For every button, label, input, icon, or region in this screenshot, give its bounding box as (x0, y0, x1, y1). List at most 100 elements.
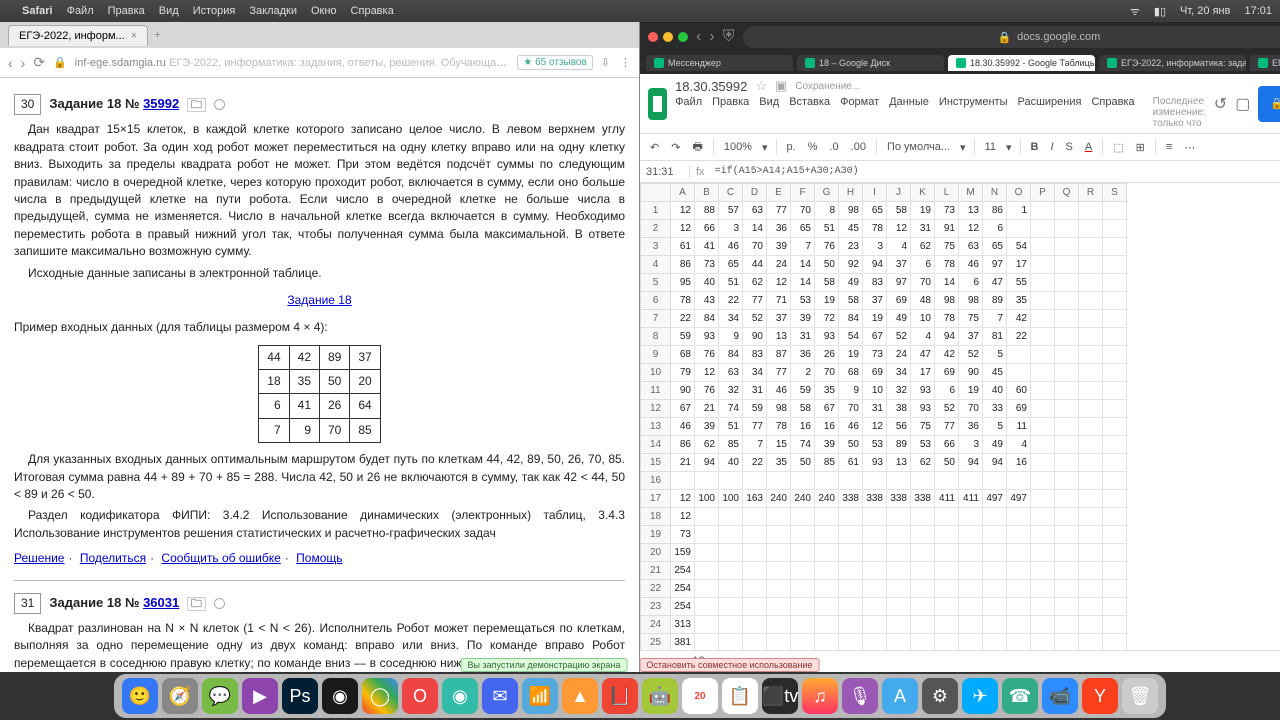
cell[interactable] (1079, 526, 1103, 544)
col-header[interactable]: D (743, 184, 767, 202)
sheets-logo-icon[interactable] (648, 88, 667, 120)
cell[interactable]: 68 (839, 364, 863, 382)
cell[interactable] (1031, 256, 1055, 274)
cell[interactable]: 35 (1007, 292, 1031, 310)
cell[interactable]: 12 (767, 274, 791, 292)
vlc-icon[interactable]: ▲ (562, 678, 598, 714)
cell[interactable]: 53 (911, 436, 935, 454)
cell[interactable]: 92 (839, 256, 863, 274)
cell[interactable]: 52 (743, 310, 767, 328)
zoom-icon[interactable]: 📹 (1042, 678, 1078, 714)
cell[interactable] (791, 580, 815, 598)
fill-color-button[interactable]: ⬚ (1111, 139, 1125, 156)
cell[interactable] (1079, 562, 1103, 580)
cell[interactable] (791, 472, 815, 490)
font-size[interactable]: 11 (983, 139, 998, 155)
cell[interactable]: 62 (911, 238, 935, 256)
obs-icon[interactable]: ◉ (442, 678, 478, 714)
cell[interactable]: 19 (815, 292, 839, 310)
cell[interactable] (1079, 238, 1103, 256)
cell[interactable] (959, 598, 983, 616)
browser-tab[interactable]: ЕГЭ-2022, информатика: задани... (1250, 55, 1280, 71)
col-header[interactable]: A (671, 184, 695, 202)
row-header[interactable]: 19 (641, 526, 671, 544)
cell[interactable]: 66 (935, 436, 959, 454)
cell[interactable] (671, 472, 695, 490)
cell[interactable] (1031, 310, 1055, 328)
cell[interactable]: 78 (935, 310, 959, 328)
cell[interactable]: 35 (767, 454, 791, 472)
appstore-icon[interactable]: A (882, 678, 918, 714)
cell[interactable]: 83 (863, 274, 887, 292)
cell[interactable]: 15 (767, 436, 791, 454)
row-header[interactable]: 2 (641, 220, 671, 238)
cell[interactable] (1103, 634, 1127, 651)
cell[interactable]: 77 (767, 364, 791, 382)
cell[interactable]: 75 (935, 238, 959, 256)
cell[interactable]: 58 (839, 292, 863, 310)
row-header[interactable]: 14 (641, 436, 671, 454)
cell[interactable]: 77 (743, 292, 767, 310)
cell[interactable] (791, 598, 815, 616)
cell[interactable] (1031, 202, 1055, 220)
cell[interactable] (1055, 544, 1079, 562)
star-icon[interactable]: ☆ (755, 78, 767, 94)
col-header[interactable]: E (767, 184, 791, 202)
cell[interactable] (1007, 346, 1031, 364)
cell[interactable]: 59 (743, 400, 767, 418)
sheets-menu-item[interactable]: Формат (840, 96, 879, 129)
col-header[interactable]: N (983, 184, 1007, 202)
cell[interactable]: 254 (671, 562, 695, 580)
cell[interactable]: 78 (935, 256, 959, 274)
cell[interactable] (719, 598, 743, 616)
borders-button[interactable]: ⊞ (1134, 139, 1147, 156)
cell[interactable]: 69 (863, 364, 887, 382)
codifier-link[interactable]: 3.4.2 Использование динамических (электр… (223, 508, 583, 522)
cell[interactable]: 94 (695, 454, 719, 472)
cell[interactable]: 51 (719, 274, 743, 292)
cell[interactable] (1031, 580, 1055, 598)
cell[interactable]: 23 (839, 238, 863, 256)
cell[interactable]: 22 (671, 310, 695, 328)
cell[interactable]: 77 (935, 418, 959, 436)
cell[interactable] (1055, 562, 1079, 580)
cell[interactable] (1103, 544, 1127, 562)
col-header[interactable]: P (1031, 184, 1055, 202)
yandex-icon[interactable]: Y (1082, 678, 1118, 714)
cell[interactable] (1007, 526, 1031, 544)
cell[interactable] (839, 526, 863, 544)
cell[interactable] (1007, 364, 1031, 382)
opera-icon[interactable]: O (402, 678, 438, 714)
cell[interactable] (839, 580, 863, 598)
cell[interactable] (1031, 238, 1055, 256)
cell[interactable]: 93 (815, 328, 839, 346)
appletv-icon[interactable]: ⬛tv (762, 678, 798, 714)
cell[interactable]: 79 (671, 364, 695, 382)
cell[interactable]: 98 (959, 292, 983, 310)
streamyard-icon[interactable]: ▶ (242, 678, 278, 714)
cell[interactable]: 67 (863, 328, 887, 346)
cell[interactable] (935, 508, 959, 526)
cell[interactable] (815, 526, 839, 544)
cell[interactable]: 9 (839, 382, 863, 400)
cell[interactable] (695, 598, 719, 616)
cell[interactable]: 16 (1007, 454, 1031, 472)
cell[interactable] (839, 544, 863, 562)
cell[interactable]: 62 (743, 274, 767, 292)
cell[interactable] (935, 580, 959, 598)
cell[interactable]: 39 (791, 310, 815, 328)
page-content[interactable]: 30 Задание 18 № 35992 🗀 Дан квадрат 15×1… (0, 78, 639, 672)
cell[interactable] (1055, 256, 1079, 274)
percent-button[interactable]: % (806, 139, 820, 155)
cell[interactable]: 6 (935, 382, 959, 400)
cell[interactable]: 73 (671, 526, 695, 544)
folder-icon[interactable]: 🗀 (187, 597, 206, 611)
cell[interactable] (1007, 220, 1031, 238)
cell[interactable]: 89 (887, 436, 911, 454)
cell[interactable]: 37 (767, 310, 791, 328)
cell[interactable]: 381 (671, 634, 695, 651)
cell[interactable]: 86 (671, 436, 695, 454)
cell[interactable] (791, 508, 815, 526)
cell[interactable]: 411 (935, 490, 959, 508)
cell[interactable]: 19 (911, 202, 935, 220)
